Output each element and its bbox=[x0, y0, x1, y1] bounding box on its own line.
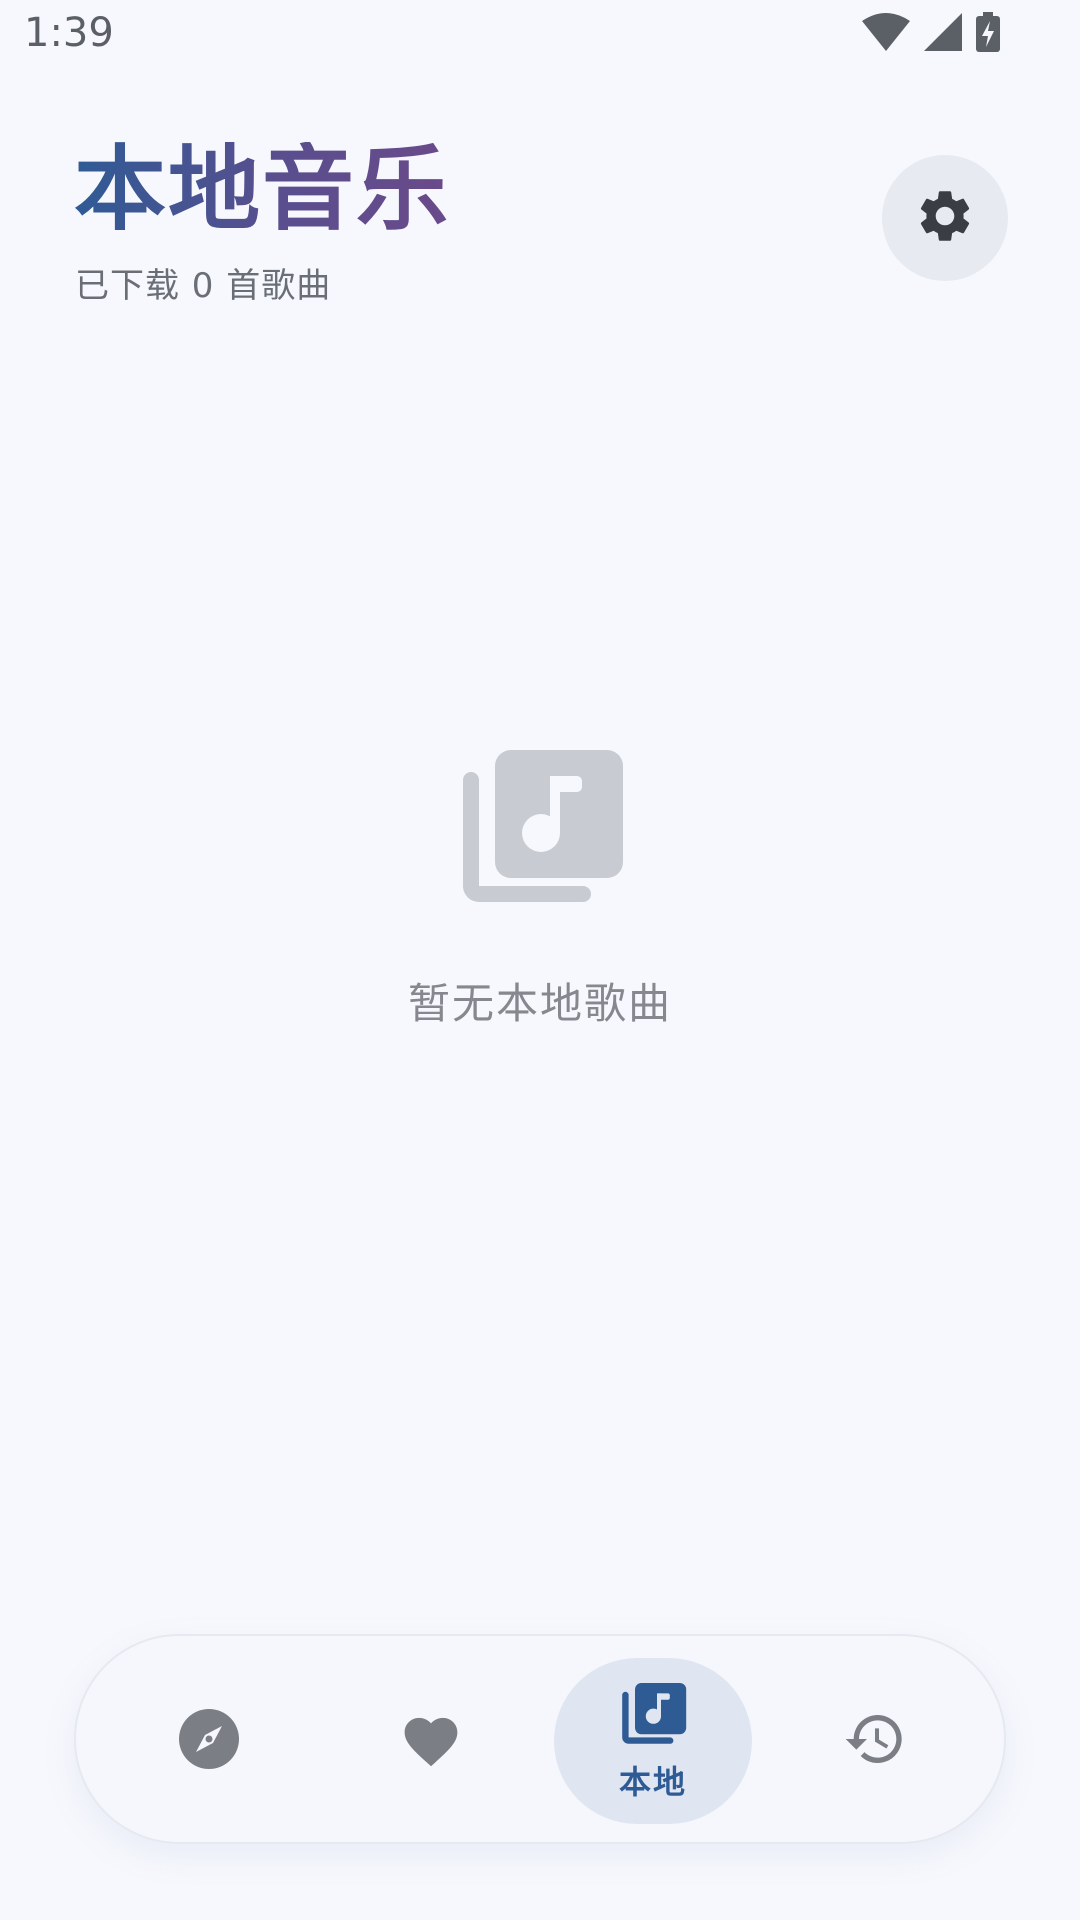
nav-item-discover[interactable] bbox=[110, 1658, 308, 1824]
status-time: 1:39 bbox=[24, 10, 114, 56]
nav-label-local: 本地 bbox=[618, 1763, 687, 1801]
bottom-navigation: 本地 bbox=[74, 1634, 1006, 1844]
library-music-icon bbox=[0, 740, 1080, 910]
signal-icon bbox=[924, 13, 962, 51]
nav-item-local[interactable]: 本地 bbox=[554, 1658, 752, 1824]
empty-state: 暂无本地歌曲 bbox=[0, 740, 1080, 1031]
page-title: 本地音乐 bbox=[74, 136, 451, 243]
compass-icon bbox=[178, 1708, 240, 1774]
status-icons bbox=[862, 12, 1000, 52]
wifi-icon bbox=[862, 13, 910, 51]
nav-item-favorites[interactable] bbox=[332, 1658, 530, 1824]
battery-charging-icon bbox=[976, 12, 1000, 52]
gear-icon bbox=[914, 185, 976, 251]
status-bar: 1:39 bbox=[0, 0, 1080, 72]
heart-icon bbox=[399, 1710, 463, 1772]
nav-item-history[interactable] bbox=[776, 1658, 974, 1824]
settings-button[interactable] bbox=[882, 155, 1008, 281]
library-music-icon bbox=[619, 1679, 687, 1751]
empty-message: 暂无本地歌曲 bbox=[407, 979, 672, 1028]
download-count-subtitle: 已下载 0 首歌曲 bbox=[75, 266, 332, 306]
history-icon bbox=[843, 1707, 907, 1775]
